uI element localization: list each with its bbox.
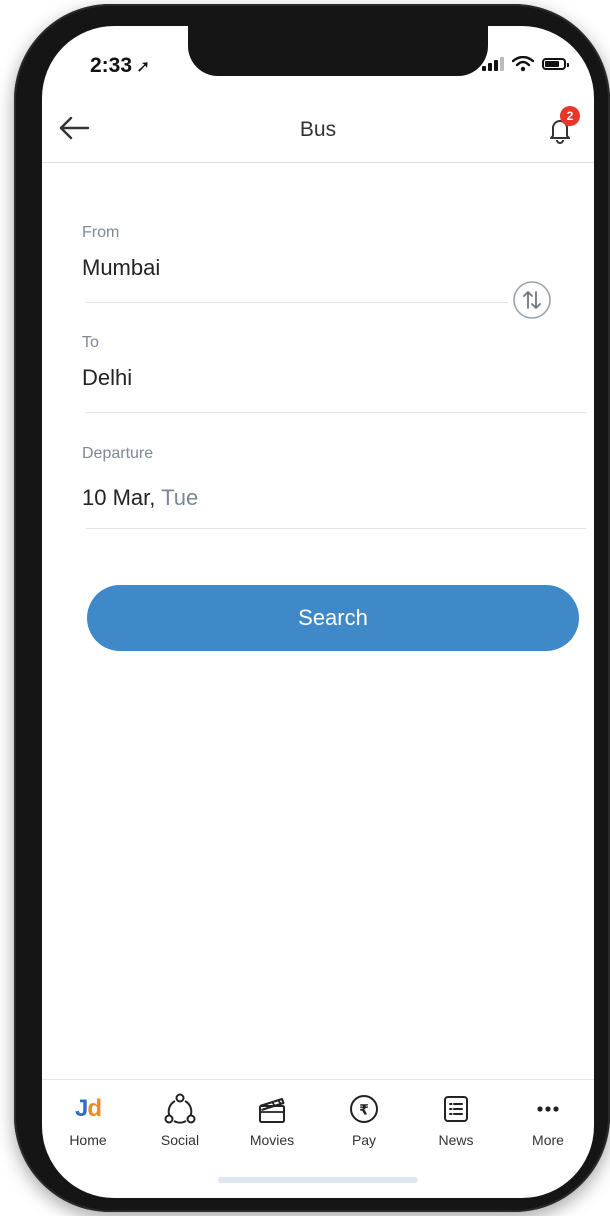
departure-label: Departure (82, 445, 154, 462)
to-label: To (82, 334, 99, 351)
clapperboard-icon (259, 1098, 285, 1123)
battery-icon (542, 58, 569, 70)
nav-item-home[interactable]: Jd Home (42, 1080, 134, 1170)
phone-frame: 2:33 ➚ Bus 2 From Mumbai To Delhi Depart… (14, 4, 610, 1212)
app-screen: 2:33 ➚ Bus 2 From Mumbai To Delhi Depart… (42, 26, 594, 1198)
home-indicator[interactable] (218, 1177, 418, 1183)
location-arrow-icon: ➚ (136, 57, 151, 76)
social-icon (164, 1093, 196, 1124)
bottom-nav: Jd Home Social Movies ₹ Pay News More (42, 1079, 594, 1170)
from-label: From (82, 224, 120, 241)
nav-label-home: Home (69, 1132, 107, 1148)
nav-label-pay: Pay (351, 1132, 377, 1148)
nav-item-social[interactable]: Social (134, 1080, 226, 1170)
svg-text:₹: ₹ (359, 1103, 369, 1119)
cellular-signal-icon (482, 57, 504, 71)
departure-day: Tue (161, 485, 199, 510)
from-field[interactable]: From Mumbai (82, 224, 572, 281)
nav-label-movies: Movies (249, 1132, 295, 1148)
more-dots-icon (537, 1106, 559, 1112)
to-field[interactable]: To Delhi (82, 334, 572, 391)
news-icon (444, 1096, 468, 1122)
from-divider (86, 302, 508, 303)
departure-date: 10 Mar, (82, 485, 156, 510)
notification-button[interactable]: 2 (542, 106, 580, 146)
departure-divider (86, 528, 586, 529)
jd-logo-icon: Jd (74, 1095, 102, 1122)
departure-value: 10 Mar, Tue (82, 485, 572, 511)
status-time: 2:33 ➚ (90, 54, 150, 78)
notification-badge: 2 (560, 106, 580, 126)
nav-label-news: News (438, 1132, 474, 1148)
nav-item-movies[interactable]: Movies (226, 1080, 318, 1170)
page-title: Bus (299, 118, 337, 141)
nav-label-more: More (532, 1132, 564, 1148)
status-time-text: 2:33 (90, 54, 133, 77)
nav-item-pay[interactable]: ₹ Pay (318, 1080, 410, 1170)
rupee-icon: ₹ (350, 1095, 378, 1123)
from-value: Mumbai (82, 255, 161, 280)
to-value: Delhi (82, 365, 133, 390)
to-divider (86, 412, 586, 413)
camera-notch (188, 26, 488, 76)
nav-label-social: Social (160, 1132, 200, 1148)
status-icons (482, 56, 569, 72)
swap-cities-icon[interactable] (512, 280, 552, 320)
app-header: Bus 2 (42, 96, 594, 163)
nav-item-more[interactable]: More (502, 1080, 594, 1170)
search-button[interactable]: Search (87, 585, 579, 651)
wifi-icon (512, 56, 534, 72)
nav-item-news[interactable]: News (410, 1080, 502, 1170)
departure-field[interactable]: Departure 10 Mar, Tue (82, 445, 572, 511)
